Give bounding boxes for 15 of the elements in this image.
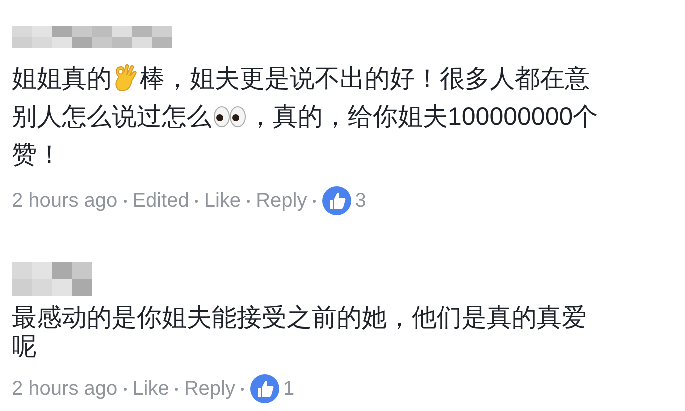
eyes-icon xyxy=(213,105,247,129)
like-icon xyxy=(322,186,352,216)
comment-text: 最感动的是你姐夫能接受之前的她，他们是真的真爱 呢 xyxy=(12,304,587,362)
like-link[interactable]: Like xyxy=(132,374,170,404)
ok-hand-icon xyxy=(113,63,139,93)
comment-text: 姐姐真的 棒，姐夫更是说不出的好！很多人都在意 别人怎么说过怎么 ，真的，给你姐夫100000000个 赞！ xyxy=(12,62,598,171)
timestamp[interactable]: 2 hours ago xyxy=(12,374,118,404)
like-link[interactable]: Like xyxy=(204,186,242,216)
like-count: 1 xyxy=(283,377,295,402)
reply-link[interactable]: Reply xyxy=(184,374,236,404)
like-icon xyxy=(250,374,280,404)
edited-label[interactable]: Edited xyxy=(132,186,190,216)
reply-link[interactable]: Reply xyxy=(256,186,308,216)
timestamp[interactable]: 2 hours ago xyxy=(12,186,118,216)
like-count: 3 xyxy=(355,189,366,214)
